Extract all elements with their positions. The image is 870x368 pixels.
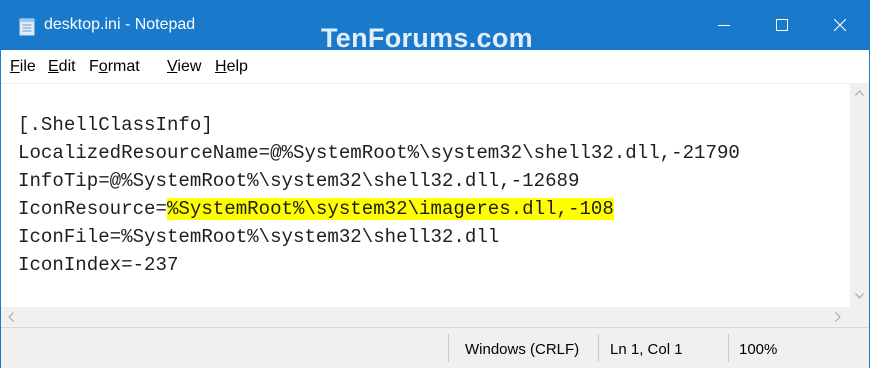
menu-view-accel: V [167,58,178,75]
maximize-button[interactable] [753,1,811,50]
text-editor[interactable]: [.ShellClassInfo] LocalizedResourceName=… [1,84,850,307]
editor-line: IconFile=%SystemRoot%\system32\shell32.d… [18,226,500,248]
minimize-icon [718,25,730,26]
notepad-icon [19,18,35,36]
title-bar[interactable]: desktop.ini - Notepad TenForums.com [1,1,869,53]
editor-line: InfoTip=@%SystemRoot%\system32\shell32.d… [18,170,580,192]
menu-format-pre: F [89,58,99,75]
menu-help[interactable]: Help [215,58,248,76]
status-zoom: 100% [739,341,778,358]
menu-file-accel: F [10,58,20,75]
menu-help-label: elp [226,58,248,75]
editor-line: LocalizedResourceName=@%SystemRoot%\syst… [18,142,740,164]
scroll-up-icon[interactable] [855,90,864,96]
status-line-ending: Windows (CRLF) [465,341,580,358]
scrollbar-corner [850,307,869,327]
status-position: Ln 1, Col 1 [610,341,683,358]
minimize-button[interactable] [695,1,753,50]
menu-edit-accel: E [48,58,59,75]
close-icon [834,19,846,31]
scroll-down-icon[interactable] [855,293,864,299]
window-title: desktop.ini - Notepad [44,16,196,33]
menu-view[interactable]: View [167,58,201,76]
menu-edit-label: dit [58,58,76,75]
menu-help-accel: H [215,58,227,75]
editor-line: IconIndex=-237 [18,254,179,276]
menu-format-label: rmat [107,58,140,75]
highlighted-text: %SystemRoot%\system32\imageres.dll,-108 [166,198,614,220]
menu-edit[interactable]: Edit [48,58,76,76]
scroll-right-icon[interactable] [835,312,841,322]
menu-file[interactable]: File [10,58,36,76]
maximize-icon [776,19,788,31]
status-divider [728,334,729,362]
menu-format-accel: o [98,58,108,75]
menu-format[interactable]: Format [89,58,140,76]
menu-bar: File Edit Format View Help [1,50,869,83]
menu-file-label: ile [19,58,36,75]
status-divider [448,334,449,362]
editor-line: IconResource=%SystemRoot%\system32\image… [18,196,614,222]
notepad-window: desktop.ini - Notepad TenForums.com File… [0,0,870,368]
scroll-left-icon[interactable] [8,312,14,322]
status-divider [598,334,599,362]
menu-view-label: iew [177,58,202,75]
horizontal-scrollbar[interactable] [1,307,850,327]
vertical-scrollbar[interactable] [850,84,869,307]
close-button[interactable] [811,1,869,50]
editor-line: [.ShellClassInfo] [18,114,213,136]
editor-line-key: IconResource= [18,198,167,220]
status-bar: Windows (CRLF) Ln 1, Col 1 100% [1,327,869,368]
